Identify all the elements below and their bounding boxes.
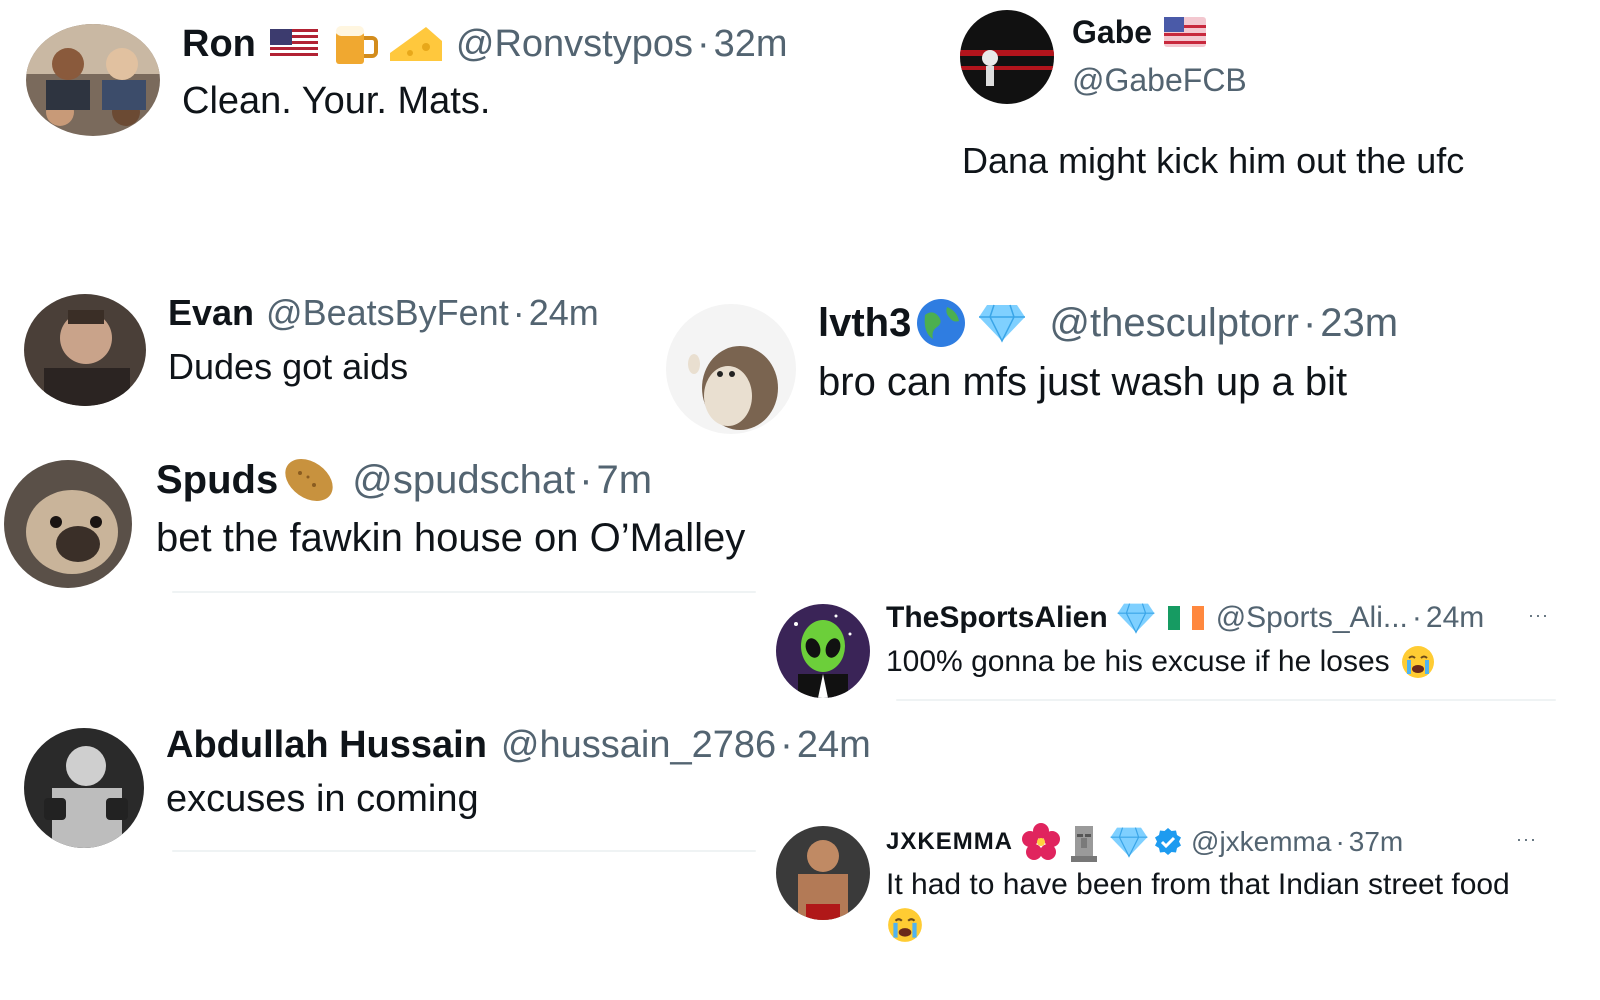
reply-abdullah[interactable]: Abdullah Hussain @hussain_2786 · 24m exc… <box>166 720 871 821</box>
cheese-icon <box>386 23 444 65</box>
reply-text: bro can mfs just wash up a bit <box>818 360 1348 404</box>
reply-sportsalien[interactable]: TheSportsAlien @Sports_Ali... · 24m 100%… <box>886 598 1484 680</box>
timestamp[interactable]: 24m <box>1426 601 1484 635</box>
author-handle[interactable]: @jxkemma <box>1191 826 1331 858</box>
author-name[interactable]: JXKEMMA <box>886 828 1013 856</box>
crying-face-icon <box>1400 644 1436 680</box>
author-handle[interactable]: @thesculptorr <box>1049 301 1299 346</box>
crying-face-icon <box>886 906 1510 949</box>
separator-dot: · <box>1335 826 1345 857</box>
avatar-ron[interactable] <box>26 24 160 136</box>
reply-text: excuses in coming <box>166 778 479 820</box>
separator-dot: · <box>697 22 710 65</box>
avatar-evan[interactable] <box>24 294 146 406</box>
globe-icon <box>915 297 967 349</box>
avatar-jxkemma[interactable] <box>776 826 870 920</box>
separator-dot: · <box>512 292 525 333</box>
reply-text: It had to have been from that Indian str… <box>886 868 1510 901</box>
more-options-icon[interactable]: ··· <box>1528 605 1549 626</box>
timestamp[interactable]: 23m <box>1320 301 1398 346</box>
timestamp[interactable]: 32m <box>714 23 788 66</box>
reply-text: bet the fawkin house on O’Malley <box>156 516 746 560</box>
diamond-icon <box>1116 602 1156 634</box>
verified-badge-icon <box>1153 827 1183 857</box>
avatar-spuds[interactable] <box>4 460 132 588</box>
avatar-abdullah[interactable] <box>24 728 144 848</box>
person-photo-icon <box>24 294 146 406</box>
diamond-icon <box>977 303 1027 343</box>
octagon-photo-icon <box>960 10 1054 104</box>
timestamp[interactable]: 24m <box>797 724 871 767</box>
reply-ron[interactable]: Ron @Ronvstypos · 32m Clean. Your. Mats. <box>182 20 788 123</box>
reply-text: 100% gonna be his excuse if he loses <box>886 645 1390 678</box>
diamond-icon <box>1109 826 1149 858</box>
separator-dot: · <box>579 457 593 502</box>
author-handle[interactable]: @GabeFCB <box>1072 62 1247 99</box>
avatar-sportsalien[interactable] <box>776 604 870 698</box>
separator-dot: · <box>1411 601 1422 634</box>
author-handle[interactable]: @BeatsByFent <box>266 292 509 334</box>
author-name[interactable]: Evan <box>168 292 254 334</box>
potato-icon <box>280 455 338 505</box>
more-options-icon[interactable]: ··· <box>1516 829 1537 850</box>
alien-icon <box>776 604 870 698</box>
hibiscus-icon <box>1021 822 1061 862</box>
ireland-flag-icon <box>1167 606 1204 630</box>
timestamp[interactable]: 37m <box>1349 826 1403 858</box>
author-handle[interactable]: @hussain_2786 <box>501 724 776 767</box>
avatar-lvth3[interactable] <box>666 304 796 434</box>
group-photo-icon <box>26 24 160 136</box>
beer-mug-icon <box>332 22 378 66</box>
pug-photo-icon <box>4 460 132 588</box>
reply-body: 100% gonna be his excuse if he loses <box>886 644 1484 680</box>
reply-divider <box>172 850 756 852</box>
author-name[interactable]: lvth3 <box>818 301 911 346</box>
reply-divider <box>172 591 756 593</box>
separator-dot: · <box>780 723 793 766</box>
reply-text: Dudes got aids <box>168 346 409 387</box>
reply-spuds[interactable]: Spuds @spudschat · 7m bet the fawkin hou… <box>156 454 745 561</box>
separator-dot: · <box>1302 300 1317 345</box>
author-name[interactable]: TheSportsAlien <box>886 601 1108 635</box>
author-handle[interactable]: @Sports_Ali... <box>1216 601 1408 635</box>
reply-lvth3[interactable]: lvth3 @thesculptorr · 23m bro can mfs ju… <box>818 296 1398 405</box>
timestamp[interactable]: 24m <box>529 292 599 334</box>
reply-divider <box>896 699 1556 701</box>
us-flag-icon <box>1164 17 1207 47</box>
author-name[interactable]: Abdullah Hussain <box>166 724 487 767</box>
fighter-photo-icon <box>24 728 144 848</box>
reply-text-gabe: Dana might kick him out the ufc <box>962 140 1465 181</box>
hedgehog-photo-icon <box>666 304 796 434</box>
author-handle[interactable]: @spudschat <box>352 458 575 503</box>
moai-icon <box>1067 822 1101 862</box>
reply-evan[interactable]: Evan @BeatsByFent · 24m Dudes got aids <box>168 290 599 388</box>
author-name[interactable]: Gabe <box>1072 14 1152 51</box>
fighter-photo-icon <box>776 826 870 920</box>
reply-gabe[interactable]: Gabe @GabeFCB <box>1072 12 1247 99</box>
author-handle[interactable]: @Ronvstypos <box>456 23 693 66</box>
author-name[interactable]: Spuds <box>156 458 278 503</box>
reply-jxkemma[interactable]: JXKEMMA @jxkemma · 37m It had to have be… <box>886 822 1510 949</box>
reply-text: Clean. Your. Mats. <box>182 80 491 122</box>
timestamp[interactable]: 7m <box>597 458 653 503</box>
avatar-gabe[interactable] <box>960 10 1054 104</box>
author-name[interactable]: Ron <box>182 23 256 66</box>
us-flag-icon <box>269 29 318 59</box>
